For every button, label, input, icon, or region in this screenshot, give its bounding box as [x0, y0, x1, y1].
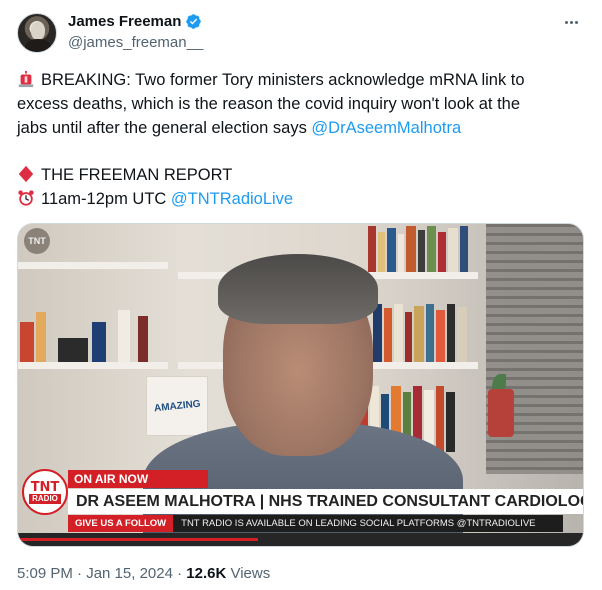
tnt-radio-logo: TNT RADIO: [22, 469, 68, 515]
name-row: James Freeman: [68, 13, 202, 30]
book: [387, 228, 396, 272]
bookshelf-mid-right: [373, 302, 478, 362]
ticker-label: GIVE US A FOLLOW: [68, 515, 174, 532]
ticker-text: TNT RADIO IS AVAILABLE ON LEADING SOCIAL…: [181, 518, 536, 529]
book: [394, 304, 403, 362]
book-title: AMAZING: [153, 398, 201, 414]
progress-accent: [18, 538, 258, 541]
book: [426, 304, 434, 362]
tweet-meta: 5:09 PM · Jan 15, 2024 · 12.6K Views: [17, 565, 270, 582]
book: [378, 232, 385, 272]
views-count: 12.6K: [186, 565, 227, 582]
shelf: [18, 262, 168, 269]
book: [118, 310, 130, 362]
alarm-clock-icon: [18, 190, 34, 206]
siren-icon: [18, 70, 34, 88]
book: [20, 322, 34, 362]
book: [436, 310, 445, 362]
display-name[interactable]: James Freeman: [68, 13, 181, 30]
news-ticker: GIVE US A FOLLOW TNT RADIO IS AVAILABLE …: [68, 515, 563, 532]
tweet-text: BREAKING: Two former Tory ministers ackn…: [17, 68, 585, 211]
avatar-face: [31, 22, 45, 40]
tweet-card: James Freeman @james_freeman__ BREAKING:…: [0, 0, 602, 590]
logo-text-bottom: RADIO: [29, 493, 61, 504]
text-line-5: 11am-12pm UTC @TNTRadioLive: [17, 187, 585, 211]
verified-badge-icon: [186, 14, 202, 29]
on-air-label: ON AIR NOW: [68, 470, 208, 488]
mention-link[interactable]: @DrAseemMalhotra: [311, 119, 461, 137]
show-title: THE FREEMAN REPORT: [41, 166, 233, 184]
logo-text-top: TNT: [30, 479, 60, 495]
book: [427, 226, 436, 272]
watermark-logo: TNT: [24, 228, 50, 254]
text-segment: jabs until after the general election sa…: [17, 119, 312, 137]
avatar[interactable]: [17, 13, 57, 53]
more-options-icon[interactable]: [560, 12, 582, 32]
handle[interactable]: @james_freeman__: [68, 34, 203, 51]
text-line-4: THE FREEMAN REPORT: [17, 163, 585, 187]
video-thumbnail[interactable]: AMAZING TNT TNT RADIO ON AIR NOW DR ASEE…: [17, 223, 584, 547]
book: [457, 307, 467, 362]
time-slot: 11am-12pm UTC: [41, 190, 171, 208]
book: [373, 304, 382, 362]
text-segment: BREAKING: Two former Tory ministers ackn…: [41, 71, 525, 89]
book: [418, 230, 425, 272]
dot: [574, 20, 578, 24]
book: [406, 226, 416, 272]
dot: [564, 20, 568, 24]
book: [436, 386, 444, 452]
plant-pot: [488, 389, 514, 437]
text-line-1: BREAKING: Two former Tory ministers ackn…: [17, 68, 585, 92]
views-label: Views: [226, 565, 271, 582]
book: [398, 234, 404, 272]
bottom-strip: [18, 533, 583, 546]
shelf: [18, 362, 168, 369]
book: [368, 226, 376, 272]
bookshelf-left: [18, 294, 168, 362]
book: [405, 312, 412, 362]
timestamp[interactable]: 5:09 PM · Jan 15, 2024 ·: [17, 565, 186, 582]
book: [36, 312, 46, 362]
bookshelf-top-right: [368, 224, 478, 272]
text-line-3: jabs until after the general election sa…: [17, 116, 585, 140]
book-cover: AMAZING: [146, 376, 208, 436]
book: [460, 226, 468, 272]
book: [447, 304, 455, 362]
book: [58, 338, 88, 362]
person-hair: [218, 254, 378, 324]
mention-link[interactable]: @TNTRadioLive: [171, 190, 293, 208]
diamond-icon: [18, 165, 34, 183]
book: [446, 392, 455, 452]
book: [414, 306, 424, 362]
text-line-2: excess deaths, which is the reason the c…: [17, 95, 521, 113]
book: [138, 316, 148, 362]
book: [92, 322, 106, 362]
avatar-body: [25, 39, 51, 52]
lower-third-headline: DR ASEEM MALHOTRA | NHS TRAINED CONSULTA…: [68, 489, 583, 514]
dot: [569, 20, 573, 24]
book: [384, 308, 392, 362]
book: [438, 232, 446, 272]
book: [448, 228, 458, 272]
